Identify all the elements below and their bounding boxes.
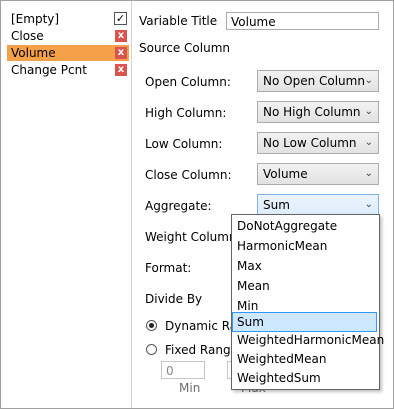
variable-item-change-pcnt[interactable]: Change Pcnt x bbox=[7, 62, 129, 78]
variable-label: Close bbox=[11, 29, 44, 43]
variable-item-close[interactable]: Close x bbox=[7, 28, 129, 44]
delete-icon[interactable]: x bbox=[115, 30, 127, 42]
min-label: Min bbox=[179, 381, 201, 395]
high-column-value: No High Column bbox=[263, 105, 361, 119]
open-column-value: No Open Column bbox=[263, 74, 365, 88]
aggregate-option[interactable]: Mean bbox=[232, 276, 377, 296]
format-label: Format: bbox=[145, 261, 192, 275]
delete-icon[interactable]: x bbox=[115, 64, 127, 76]
aggregate-option-selected[interactable]: Sum bbox=[232, 312, 377, 332]
variable-item-empty[interactable]: [Empty] ✓ bbox=[7, 11, 129, 27]
low-column-select[interactable]: No Low Column ⌄ bbox=[257, 132, 379, 154]
variable-label: [Empty] bbox=[11, 12, 60, 26]
chevron-down-icon: ⌄ bbox=[364, 168, 373, 179]
delete-icon[interactable]: x bbox=[115, 47, 127, 59]
variable-title-input[interactable]: Volume bbox=[226, 12, 379, 30]
aggregate-option[interactable]: WeightedSum bbox=[232, 368, 377, 388]
high-column-select[interactable]: No High Column ⌄ bbox=[257, 101, 379, 123]
chevron-down-icon: ⌄ bbox=[364, 137, 373, 148]
variable-label: Volume bbox=[11, 46, 56, 60]
high-column-label: High Column: bbox=[145, 106, 227, 120]
source-column-heading: Source Column bbox=[139, 41, 230, 55]
variable-label: Change Pcnt bbox=[11, 63, 87, 77]
fixed-range-radio[interactable] bbox=[146, 344, 157, 355]
variable-item-volume[interactable]: Volume x bbox=[7, 45, 129, 61]
low-column-label: Low Column: bbox=[145, 137, 223, 151]
aggregate-label: Aggregate: bbox=[145, 199, 212, 213]
panel-divider bbox=[131, 1, 132, 408]
aggregate-option[interactable]: WeightedMean bbox=[232, 349, 377, 369]
chevron-down-icon: ⌄ bbox=[364, 199, 373, 210]
fixed-range-label: Fixed Range bbox=[165, 343, 238, 357]
aggregate-option[interactable]: Max bbox=[232, 256, 377, 276]
min-input[interactable]: 0 bbox=[161, 361, 205, 379]
variable-list: [Empty] ✓ Close x Volume x Change Pcnt x bbox=[1, 1, 131, 408]
aggregate-dropdown-list: DoNotAggregate HarmonicMean Max Mean Min… bbox=[231, 214, 384, 390]
low-column-value: No Low Column bbox=[263, 136, 357, 150]
aggregate-option[interactable]: WeightedHarmonicMean bbox=[232, 330, 384, 350]
dynamic-range-radio[interactable] bbox=[146, 320, 157, 331]
aggregate-value: Sum bbox=[263, 198, 290, 212]
chevron-down-icon: ⌄ bbox=[364, 75, 373, 86]
close-column-select[interactable]: Volume ⌄ bbox=[257, 163, 379, 185]
close-column-label: Close Column: bbox=[145, 168, 232, 182]
chevron-down-icon: ⌄ bbox=[364, 106, 373, 117]
variable-title-label: Variable Title bbox=[139, 14, 218, 28]
divide-by-label: Divide By bbox=[145, 292, 203, 306]
aggregate-option[interactable]: HarmonicMean bbox=[232, 236, 377, 256]
open-column-select[interactable]: No Open Column ⌄ bbox=[257, 70, 379, 92]
open-column-label: Open Column: bbox=[145, 75, 231, 89]
aggregate-select[interactable]: Sum ⌄ bbox=[257, 194, 379, 216]
aggregate-option[interactable]: DoNotAggregate bbox=[232, 216, 377, 236]
close-column-value: Volume bbox=[263, 167, 308, 181]
check-icon[interactable]: ✓ bbox=[114, 12, 127, 25]
weight-column-label: Weight Column: bbox=[145, 230, 241, 244]
